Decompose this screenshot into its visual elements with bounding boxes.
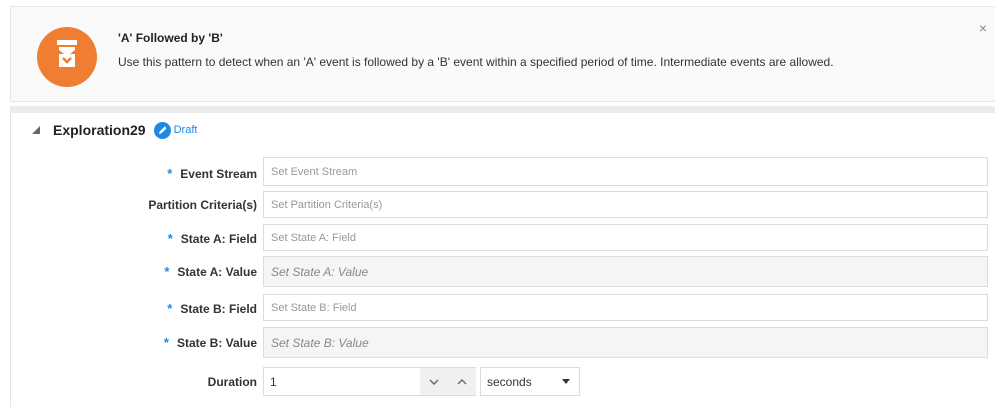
decrement-button[interactable]: [420, 368, 448, 395]
duration-value[interactable]: 1: [270, 375, 277, 389]
increment-button[interactable]: [448, 368, 476, 395]
chevron-up-icon: [457, 378, 467, 384]
section-divider: [10, 106, 995, 113]
section-header: Exploration29 Draft: [31, 121, 197, 139]
required-marker: *: [167, 301, 173, 316]
event-stream-field[interactable]: Set Event Stream: [263, 157, 988, 186]
banner-title: 'A' Followed by 'B': [118, 31, 223, 45]
duration-label: Duration: [207, 375, 257, 389]
required-marker: *: [167, 231, 173, 246]
required-marker: *: [163, 335, 169, 350]
caret-down-icon: [562, 379, 570, 384]
partition-criteria-label: Partition Criteria(s): [148, 198, 257, 212]
state-b-value-input[interactable]: Set State B: Value: [263, 327, 988, 358]
duration-unit-value: seconds: [487, 375, 532, 389]
required-marker: *: [167, 166, 173, 181]
state-a-value-label: * State A: Value: [164, 264, 257, 279]
collapse-triangle-icon[interactable]: [31, 125, 41, 135]
state-a-field-input[interactable]: Set State A: Field: [263, 224, 988, 251]
draft-status[interactable]: Draft: [174, 124, 198, 136]
duration-stepper[interactable]: 1: [263, 367, 476, 396]
state-b-field-input[interactable]: Set State B: Field: [263, 294, 988, 321]
event-stream-label: * Event Stream: [167, 166, 257, 181]
exploration-title: Exploration29: [53, 122, 146, 138]
banner-description: Use this pattern to detect when an 'A' e…: [118, 55, 834, 69]
chevron-down-icon: [429, 379, 439, 385]
close-icon[interactable]: ×: [979, 21, 987, 35]
state-b-value-label: * State B: Value: [163, 335, 257, 350]
state-b-field-label: * State B: Field: [167, 301, 257, 316]
state-a-value-input[interactable]: Set State A: Value: [263, 256, 988, 287]
duration-unit-select[interactable]: seconds: [480, 367, 580, 396]
partition-criteria-field[interactable]: Set Partition Criteria(s): [263, 191, 988, 218]
edit-pencil-icon[interactable]: [153, 121, 171, 139]
pattern-banner: 'A' Followed by 'B' Use this pattern to …: [10, 6, 995, 102]
left-border: [10, 113, 11, 407]
state-a-field-label: * State A: Field: [167, 231, 257, 246]
required-marker: *: [164, 264, 170, 279]
pattern-icon: [37, 27, 97, 87]
